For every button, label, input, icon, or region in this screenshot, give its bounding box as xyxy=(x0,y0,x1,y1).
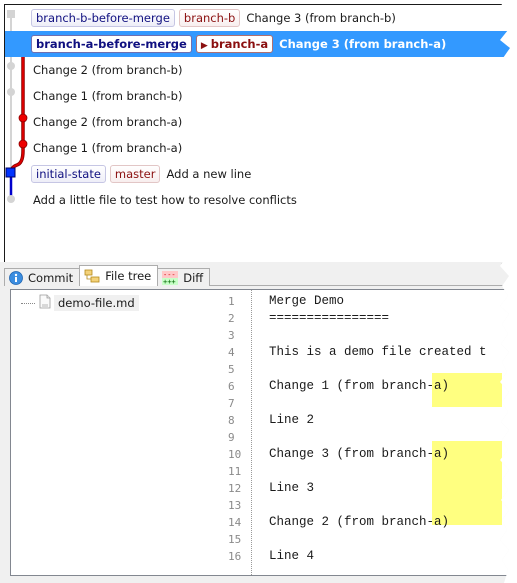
tab-label: Diff xyxy=(183,270,204,285)
code-line: Change 3 (from branch-a) xyxy=(269,447,450,461)
line-number: 7 xyxy=(228,397,235,410)
tree-item-label: demo-file.md xyxy=(54,295,139,311)
tag-label: initial-state xyxy=(31,165,106,183)
branch-label: branch-b xyxy=(178,9,241,27)
line-number: 14 xyxy=(228,516,242,529)
tab-file-tree[interactable]: File tree xyxy=(79,265,159,286)
line-number: 5 xyxy=(228,363,235,376)
tag-label: branch-b-before-merge xyxy=(31,9,175,27)
code-line: This is a demo file created t xyxy=(269,345,487,359)
line-number: 6 xyxy=(228,380,235,393)
tab-commit[interactable]: Commit xyxy=(4,268,81,286)
code-line: Line 3 xyxy=(269,481,315,495)
code-line: Merge Demo xyxy=(269,294,345,308)
file-content-viewer[interactable]: 1 2 3 4 5 6 7 8 9 10 11 12 13 14 15 16 Merge Demo ======… xyxy=(223,289,510,576)
tab-label: File tree xyxy=(105,269,152,283)
tab-label: Commit xyxy=(28,270,74,285)
commit-message: Change 3 (from branch-a) xyxy=(279,37,447,51)
tree-connector xyxy=(21,302,35,304)
svg-text:+++: +++ xyxy=(163,278,176,285)
commit-message: Change 3 (from branch-b) xyxy=(246,11,396,25)
code-line: ================ xyxy=(269,311,390,325)
revision-row[interactable]: branch-b-before-merge branch-b Change 3 … xyxy=(5,5,510,31)
code-line: Change 1 (from branch-a) xyxy=(269,379,450,393)
line-number: 12 xyxy=(228,482,242,495)
branch-label-current: ▶ branch-a xyxy=(195,35,274,53)
line-number: 13 xyxy=(228,499,242,512)
line-number: 4 xyxy=(228,346,235,359)
line-number: 1 xyxy=(228,295,235,308)
revision-row[interactable]: Change 2 (from branch-a) xyxy=(5,109,510,135)
tab-diff[interactable]: --- +++ Diff xyxy=(157,268,211,286)
line-number: 9 xyxy=(228,431,235,444)
tag-label: branch-a-before-merge xyxy=(31,35,192,53)
file-icon xyxy=(39,294,51,312)
line-number: 8 xyxy=(228,414,235,427)
code-line: Change 2 (from branch-a) xyxy=(269,515,450,529)
info-icon xyxy=(9,270,23,285)
commit-message: Add a little file to test how to resolve… xyxy=(33,193,297,207)
revision-row[interactable]: Change 1 (from branch-a) xyxy=(5,135,510,161)
revision-graph[interactable]: branch-b-before-merge branch-b Change 3 … xyxy=(4,4,510,264)
line-number: 10 xyxy=(228,448,242,461)
file-tree-pane[interactable]: demo-file.md xyxy=(10,289,225,576)
line-number: 16 xyxy=(228,550,242,563)
commit-message: Change 2 (from branch-a) xyxy=(33,115,183,129)
branch-label: master xyxy=(109,165,161,183)
tab-strip: Commit File tree --- +++ Diff xyxy=(4,265,211,286)
commit-message: Add a new line xyxy=(166,167,252,181)
line-number: 11 xyxy=(228,465,242,478)
code-line: Line 4 xyxy=(269,549,315,563)
line-number-gutter: 1 2 3 4 5 6 7 8 9 10 11 12 13 14 15 16 xyxy=(223,290,252,575)
commit-message: Change 1 (from branch-b) xyxy=(33,89,183,103)
branch-label-text: branch-a xyxy=(210,37,269,51)
diff-icon: --- +++ xyxy=(162,270,179,285)
code-line: Line 2 xyxy=(269,413,315,427)
current-branch-arrow-icon: ▶ xyxy=(200,41,208,51)
line-number: 3 xyxy=(228,329,235,342)
revision-row[interactable]: Change 1 (from branch-b) xyxy=(5,83,510,109)
revision-row[interactable]: initial-state master Add a new line xyxy=(5,161,510,187)
revision-row-selected[interactable]: branch-a-before-merge ▶ branch-a Change 3… xyxy=(5,31,510,57)
screenshot-frame: branch-b-before-merge branch-b Change 3 … xyxy=(0,0,510,583)
revision-row[interactable]: Add a little file to test how to resolve… xyxy=(5,187,510,213)
file-tree-icon xyxy=(84,269,100,283)
commit-message: Change 2 (from branch-b) xyxy=(33,63,183,77)
line-number: 2 xyxy=(228,312,235,325)
revision-row[interactable]: Change 2 (from branch-b) xyxy=(5,57,510,83)
tree-item-file[interactable]: demo-file.md xyxy=(21,294,139,312)
commit-message: Change 1 (from branch-a) xyxy=(33,141,183,155)
line-number: 15 xyxy=(228,533,242,546)
